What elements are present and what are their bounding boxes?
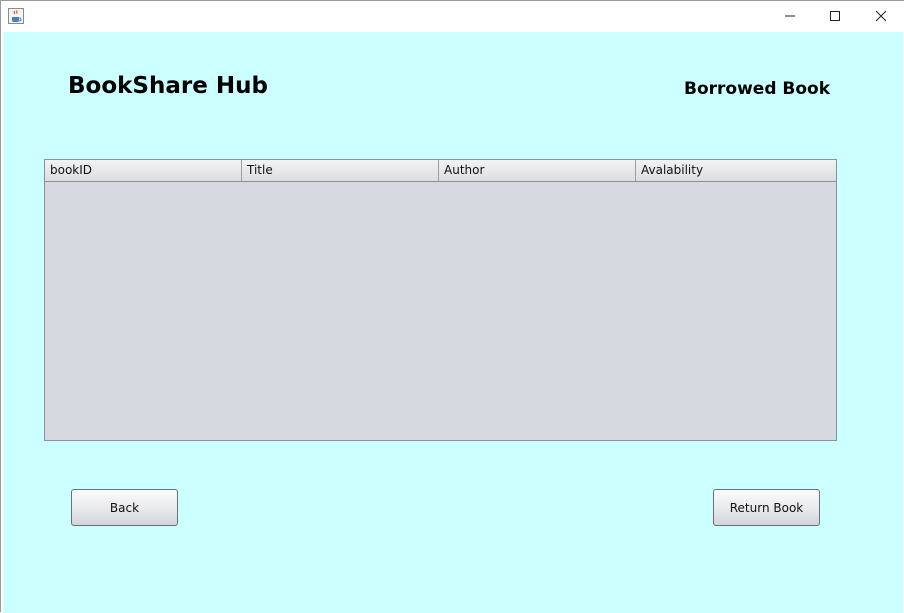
borrowed-books-table[interactable]: bookID Title Author Avalability: [44, 159, 837, 441]
minimize-button[interactable]: [767, 1, 813, 31]
table-body[interactable]: [45, 182, 836, 440]
column-header-author[interactable]: Author: [439, 160, 636, 181]
maximize-icon: [829, 7, 841, 26]
maximize-button[interactable]: [812, 1, 858, 31]
app-title: BookShare Hub: [68, 73, 268, 99]
minimize-icon: [784, 7, 796, 26]
title-bar[interactable]: [1, 1, 904, 31]
column-header-title[interactable]: Title: [242, 160, 439, 181]
content-panel: BookShare Hub Borrowed Book bookID Title…: [3, 32, 903, 613]
table-header: bookID Title Author Avalability: [45, 160, 836, 182]
java-cup-icon: [8, 8, 24, 24]
close-icon: [875, 7, 887, 26]
app-window: BookShare Hub Borrowed Book bookID Title…: [0, 0, 904, 613]
column-header-availability[interactable]: Avalability: [636, 160, 836, 181]
column-header-bookid[interactable]: bookID: [45, 160, 242, 181]
page-heading: Borrowed Book: [684, 79, 831, 99]
back-button[interactable]: Back: [71, 489, 178, 526]
close-button[interactable]: [858, 1, 904, 31]
return-book-button[interactable]: Return Book: [713, 489, 820, 526]
